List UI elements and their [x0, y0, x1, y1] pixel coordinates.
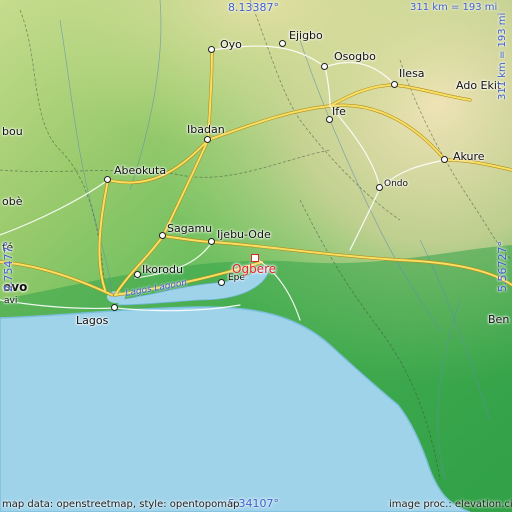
place-label-akure: Akure [453, 150, 485, 163]
vertical-scale-label: 311 km = 193 mi [497, 12, 508, 100]
top-latitude-label: 8.13387° [228, 1, 279, 14]
ejigbo-marker[interactable] [279, 40, 286, 47]
place-label-abeokuta: Abeokuta [114, 164, 167, 177]
place-label-ondo: Ondo [384, 179, 409, 189]
abeokuta-marker[interactable] [104, 176, 111, 183]
right-longitude-label: 5.56727° [496, 241, 509, 292]
lagos-marker[interactable] [111, 304, 118, 311]
horizontal-scale-label: 311 km = 193 mi [410, 2, 498, 13]
oyo-marker[interactable] [208, 46, 215, 53]
place-label-benin: Ben [488, 313, 510, 326]
place-label-ijebu-ode: Ijebu-Ode [217, 228, 271, 241]
ilesa-marker[interactable] [391, 81, 398, 88]
ondo-marker[interactable] [376, 184, 383, 191]
place-label-ife: Ife [332, 105, 346, 118]
place-label-sagamu: Sagamu [167, 222, 213, 235]
ijebu-ode-marker[interactable] [208, 238, 215, 245]
place-label-edge-bou: bou [2, 125, 23, 138]
akure-marker[interactable] [441, 156, 448, 163]
map-attribution: map data: openstreetmap, style: opentopo… [2, 499, 240, 510]
place-label-ikorodu: Ikorodu [142, 263, 183, 276]
place-label-ado-ekiti: Ado Ekit [456, 79, 502, 92]
topographic-map[interactable]: Oyo Ejigbo Osogbo Ilesa Ado Ekit Ibadan … [0, 0, 512, 512]
ikorodu-marker[interactable] [134, 271, 141, 278]
place-label-ibadan: Ibadan [187, 123, 225, 136]
osogbo-marker[interactable] [321, 63, 328, 70]
place-label-ejigbo: Ejigbo [289, 29, 323, 42]
image-credit: image proc.: elevation.city [389, 499, 512, 510]
place-label-osogbo: Osogbo [334, 50, 376, 63]
place-label-oyo: Oyo [220, 38, 242, 51]
ogbere-location-marker[interactable] [251, 254, 259, 262]
epe-marker[interactable] [218, 279, 225, 286]
place-label-ilesa: Ilesa [399, 67, 425, 80]
ibadan-marker[interactable] [204, 136, 211, 143]
place-label-badagry: avi [4, 296, 18, 306]
sagamu-marker[interactable] [159, 232, 166, 239]
place-label-lagos: Lagos [76, 314, 109, 327]
place-label-edge-obe: obè [2, 195, 23, 208]
highlighted-place-label: Ogbere [232, 262, 277, 276]
left-longitude-label: 2.75477° [2, 241, 15, 292]
